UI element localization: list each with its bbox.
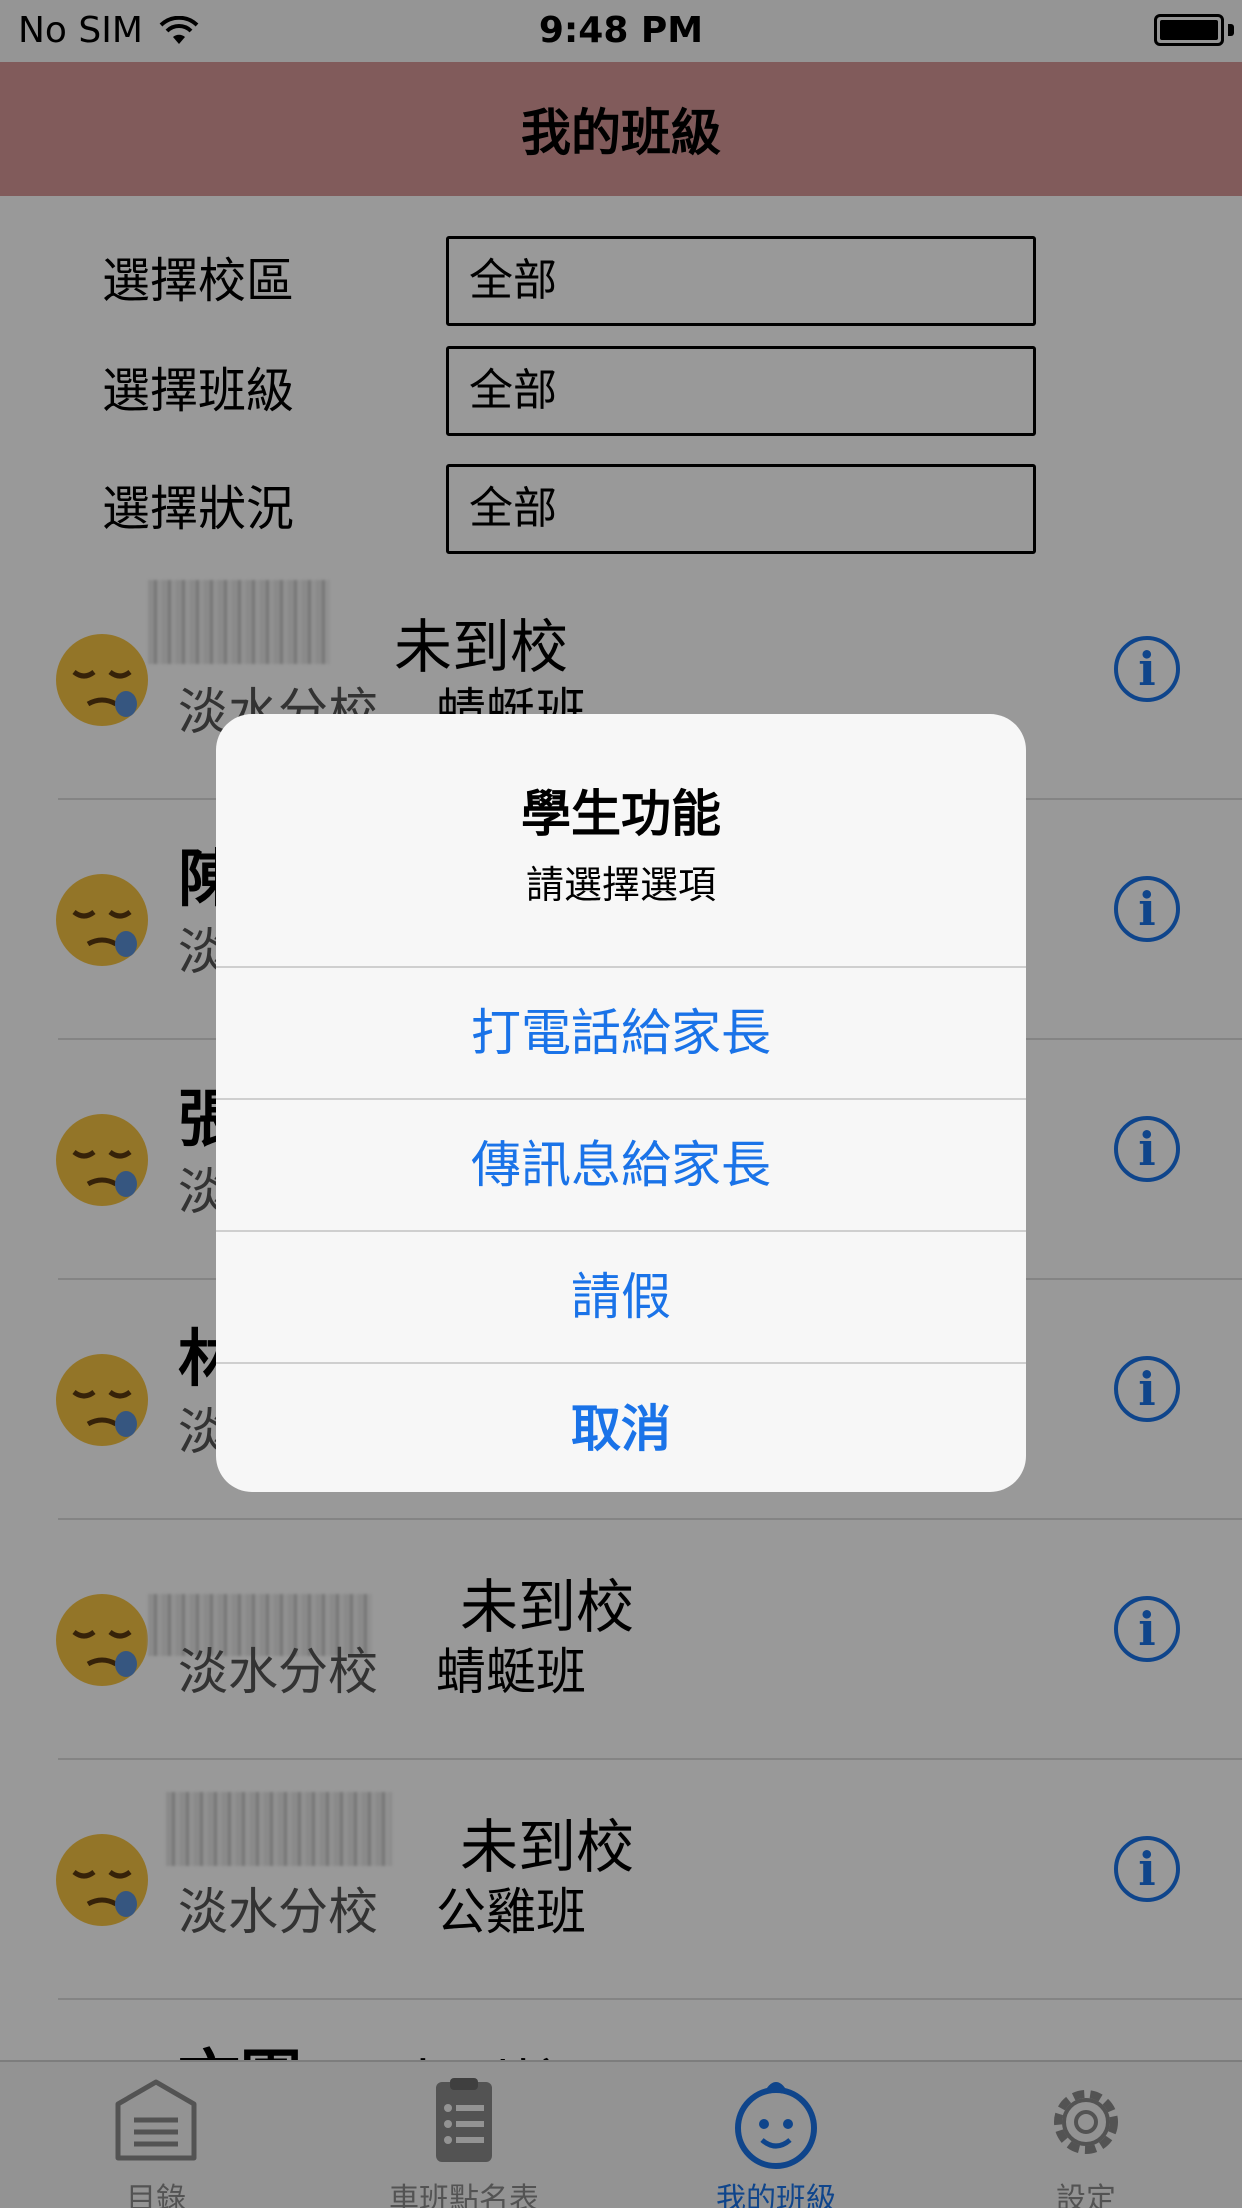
call-parent-button[interactable]: 打電話給家長 (216, 966, 1026, 1098)
leave-button[interactable]: 請假 (216, 1230, 1026, 1362)
message-parent-button[interactable]: 傳訊息給家長 (216, 1098, 1026, 1230)
alert-message: 請選擇選項 (525, 863, 716, 907)
alert-title: 學生功能 (521, 785, 721, 843)
student-action-alert: 學生功能 請選擇選項 打電話給家長 傳訊息給家長 請假 取消 (216, 714, 1026, 1492)
cancel-button[interactable]: 取消 (216, 1362, 1026, 1492)
